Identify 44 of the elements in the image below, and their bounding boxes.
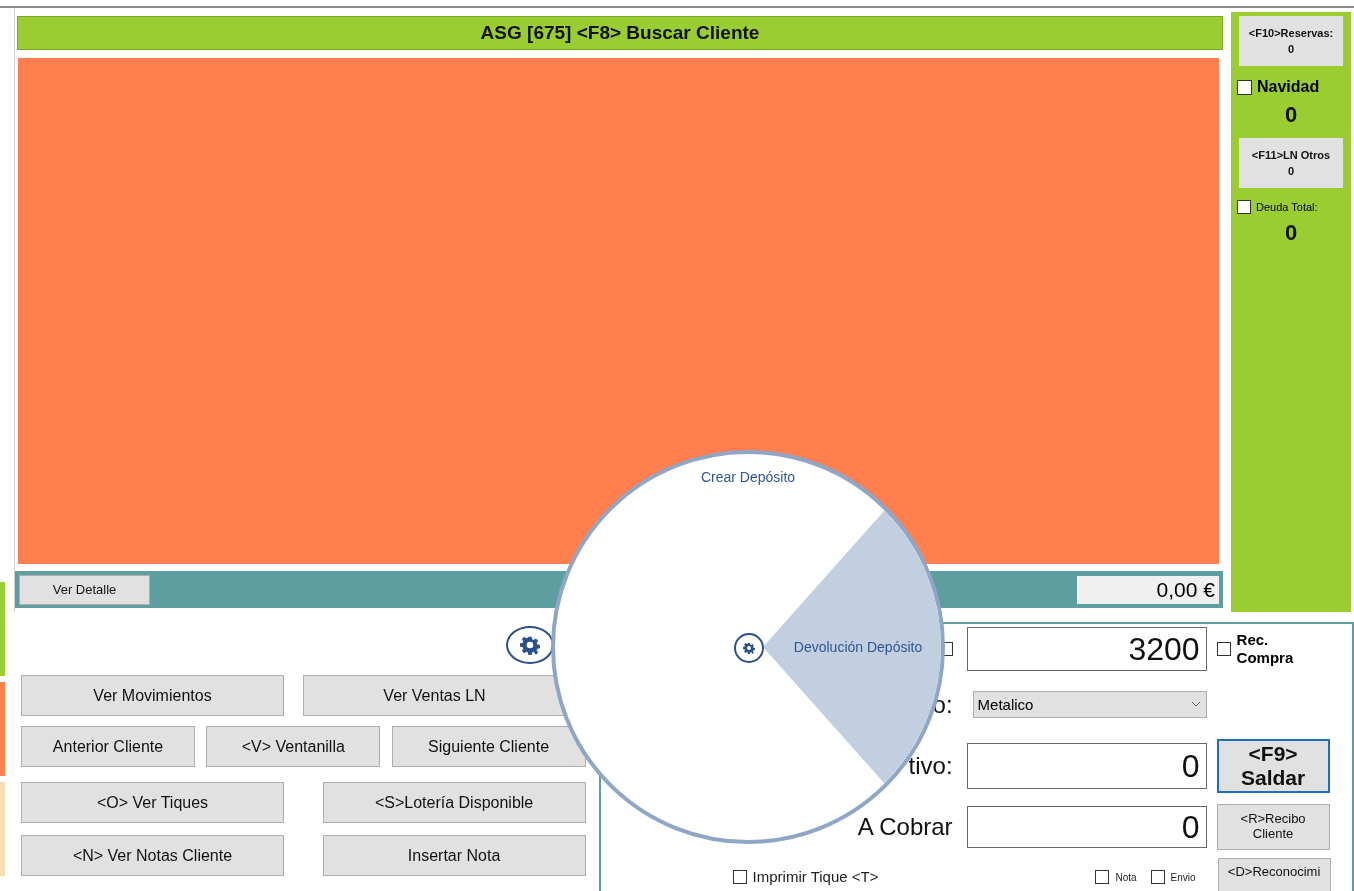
action-button[interactable]: <F9> Saldar — [1216, 739, 1330, 793]
checkbox[interactable] — [1095, 870, 1110, 884]
action-button[interactable]: Anterior Cliente — [21, 726, 195, 767]
settings-icon — [743, 642, 755, 654]
action-button[interactable]: Ver Ventas LN — [303, 675, 566, 716]
action-button[interactable]: <D>Reconocimi — [1217, 858, 1331, 891]
window-title: ASG [675] <F8> Buscar Cliente — [17, 16, 1223, 50]
detail-button[interactable]: Ver Detalle — [19, 574, 150, 605]
payment-method-select[interactable]: Metalico — [972, 691, 1207, 718]
checkbox-label: Imprimir Tique <T> — [752, 868, 879, 885]
chevron-down-icon — [1191, 702, 1200, 707]
action-button[interactable]: Siguiente Cliente — [391, 726, 586, 767]
action-button[interactable]: <S>Lotería Disponible — [322, 782, 586, 823]
cash-field[interactable]: 0 — [966, 743, 1207, 789]
action-button[interactable]: <R>Recibo Cliente — [1216, 804, 1330, 850]
ln-others-button[interactable]: <F11>LN Otros 0 — [1239, 138, 1343, 188]
checkbox-label: Deuda Total: — [1256, 201, 1318, 213]
action-button[interactable]: Insertar Nota — [322, 835, 586, 876]
checkbox[interactable] — [732, 869, 747, 884]
charge-field[interactable]: 0 — [966, 806, 1207, 848]
center-button[interactable] — [734, 633, 764, 663]
checkbox[interactable] — [1150, 870, 1165, 884]
action-button[interactable]: <O> Ver Tiques — [21, 782, 284, 823]
checkbox[interactable] — [1237, 79, 1252, 95]
counter: 0 — [1284, 220, 1298, 246]
checkbox-label: Nota — [1115, 871, 1137, 883]
counter: 0 — [1284, 102, 1298, 128]
checkbox-label: Envio — [1170, 871, 1196, 883]
total-field: 0,00 € — [1077, 575, 1219, 604]
action-button[interactable]: <V> Ventanilla — [206, 726, 381, 767]
checkbox-label: Navidad — [1257, 78, 1320, 96]
action-button[interactable]: <N> Ver Notas Cliente — [21, 835, 284, 876]
menu-item[interactable]: Crear Depósito — [700, 469, 796, 485]
field-label: A Cobrar — [857, 813, 953, 841]
action-button[interactable]: Ver Movimientos — [21, 675, 284, 716]
settings-button[interactable] — [505, 626, 554, 664]
reservations-button[interactable]: <F10>Reservas: 0 — [1239, 16, 1343, 66]
amount-field[interactable]: 3200 — [966, 627, 1207, 671]
settings-icon — [519, 635, 540, 655]
menu-item[interactable]: Devolución Depósito — [793, 639, 923, 655]
checkbox[interactable] — [1216, 642, 1231, 656]
checkbox[interactable] — [1237, 200, 1251, 214]
checkbox-label: Rec. Compra — [1236, 631, 1295, 667]
field-label: tivo: — [908, 752, 953, 780]
